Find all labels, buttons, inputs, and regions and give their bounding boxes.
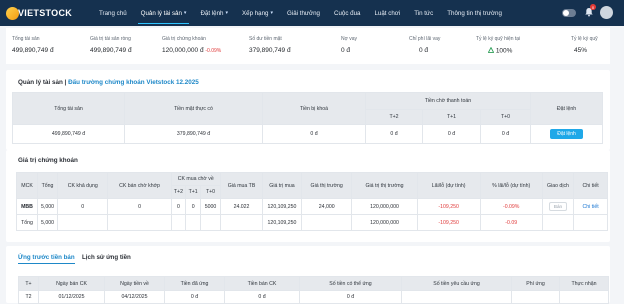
tab-advance[interactable]: Ứng trước tiền bán [18,254,75,264]
nav-item-market-info[interactable]: Thông tin thị trường [440,0,509,26]
col-available: CK khả dụng [56,172,109,199]
tab-advance-history[interactable]: Lịch sử ứng tiền [82,254,131,261]
col-sell-date: Ngày bán CK [38,276,105,291]
col-detail: Chi tiết [573,172,608,199]
col-fee: Phí ứng [511,276,560,291]
chevron-down-icon: ▾ [225,10,228,16]
col-t1: T+1 [422,109,481,125]
nav-item-home[interactable]: Trang chủ [92,0,134,26]
chevron-down-icon: ▾ [183,10,187,16]
col-t0: T+0 [479,109,532,125]
table-total-row: Tổng 5,000 120,109,250 120,000,000 -109,… [15,214,608,231]
summary-strip: Tổng tài sản 499,890,749 đ Giá trị tài s… [6,28,610,64]
detail-link[interactable]: Chi tiết [573,198,608,215]
col-symbol: MCK [15,172,39,199]
cash-advance-card: Ứng trước tiền bán Lịch sử ứng tiền T+ N… [6,246,610,304]
chevron-down-icon: ▾ [270,10,274,16]
col-market-value: Giá trị thị trường [351,172,418,199]
table-row: MBB 5,000 0 0 0 0 5000 24.022 120,109,25… [15,198,608,215]
nav-item-race[interactable]: Cuộc đua [327,0,368,26]
col-t: T+ [18,276,39,291]
symbol-cell[interactable]: MBB [15,198,39,215]
advance-table: T+ Ngày bán CK Ngày tiền về Tiền đã ứng … [18,276,609,304]
table-row: T2 01/12/2025 04/12/2025 0 đ 0 đ 0 đ [18,290,609,304]
col-pl-pct: % lãi/lỗ (dự tính) [479,172,543,199]
col-cash-actual: Tiền mặt thực có [124,92,263,125]
col-selling-pending: CK bán chờ khớp [107,172,172,199]
nav-item-order[interactable]: Đặt lệnh ▾ [193,0,235,26]
sell-button[interactable]: Bán [548,202,568,211]
place-order-button[interactable]: Đặt lệnh [550,129,583,139]
col-total-assets: Tổng tài sản [12,92,125,125]
col-actual: Thực nhận [559,276,609,291]
col-t2: T+2 [365,109,423,125]
securities-table: MCK Tổng CK khả dụng CK bán chờ khớp CK … [15,172,608,231]
triangle-up-icon [487,46,495,53]
col-cash-pending: Tiền chờ thanh toán [364,92,532,110]
col-advanceable: Số tiền có thể ứng [299,276,402,291]
asset-card-title: Quản lý tài sản | Đấu trường chứng khoán… [18,79,199,86]
securities-change: -0.09% [205,48,222,54]
col-requested: Số tiền yêu cầu ứng [401,276,512,291]
vietstock-logo[interactable]: VIETSTOCK [6,5,72,21]
col-total: Tổng [37,172,58,199]
col-pl: Lãi/lỗ (dự tính) [416,172,481,199]
securities-card-title: Giá trị chứng khoán [18,157,78,164]
col-cash-locked: Tiền bị khoá [262,92,366,125]
col-sell-amount: Tiền bán CK [224,276,300,291]
logo-text: VIETSTOCK [18,8,73,18]
col-avg-buy-price: Giá mua TB [219,172,264,199]
col-market-price: Giá thị trường [300,172,353,199]
asset-table: Tổng tài sản Tiền mặt thực có Tiền bị kh… [12,92,604,144]
nav-item-rules[interactable]: Luật chơi [367,0,407,26]
col-trade: Giao dịch [541,172,575,199]
nav-item-asset-management[interactable]: Quản lý tài sản ▾ [134,0,194,26]
col-buy-value: Giá trị mua [262,172,302,199]
contest-name: Đấu trường chứng khoán Vietstock 12.2025 [68,79,199,86]
col-order: Đặt lệnh [530,92,604,125]
notification-badge: 0 [590,4,596,10]
table-row: 499,890,749 đ 379,890,749 đ 0 đ 0 đ 0 đ … [12,124,604,144]
col-buy-waiting: CK mua chờ về [170,172,221,186]
col-receive-date: Ngày tiền về [104,276,165,291]
securities-card: Giá trị chứng khoán MCK Tổng CK khả dụng… [6,150,610,242]
col-advanced: Tiền đã ứng [164,276,225,291]
main-nav: Trang chủ Quản lý tài sản ▾ Đặt lệnh ▾ Xếp… [92,0,509,26]
avatar[interactable] [600,6,613,19]
nav-item-awards[interactable]: Giải thưởng [280,0,327,26]
asset-management-card: Quản lý tài sản | Đấu trường chứng khoán… [6,70,610,150]
nav-item-news[interactable]: Tin tức [407,0,440,26]
top-navbar: VIETSTOCK Trang chủ Quản lý tài sản ▾ Đặt… [0,0,624,26]
nav-item-ranking[interactable]: Xếp hạng ▾ [235,0,280,26]
theme-toggle[interactable] [562,9,576,17]
